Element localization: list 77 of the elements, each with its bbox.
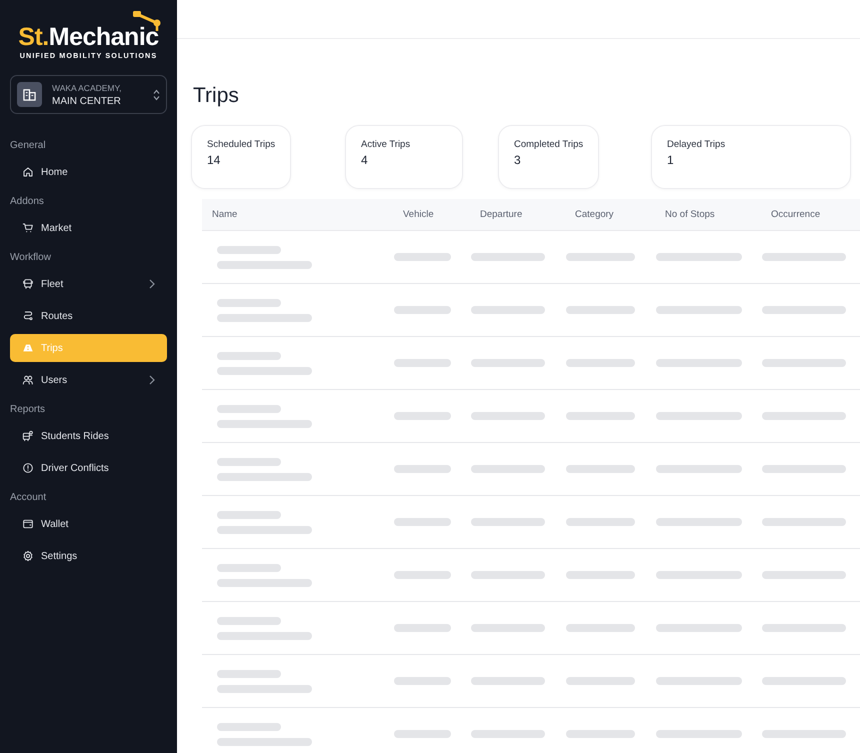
loading-placeholder	[566, 359, 635, 367]
nav-item[interactable]: Driver Conflicts	[10, 454, 167, 482]
loading-placeholder	[217, 616, 281, 624]
alert-icon	[22, 462, 34, 474]
chevron-right-icon	[149, 375, 155, 385]
sort-caret-icon	[153, 88, 160, 100]
loading-placeholder	[217, 246, 281, 254]
stat-value: 14	[207, 153, 222, 167]
loading-placeholder	[217, 404, 281, 412]
stat-label: Delayed Trips	[667, 139, 726, 150]
loading-placeholder	[566, 306, 635, 314]
organization-name: WAKA ACADEMY,	[52, 82, 122, 92]
nav-item[interactable]: Home	[10, 158, 167, 186]
loading-placeholder	[394, 677, 451, 685]
bus-icon	[22, 278, 34, 290]
loading-placeholder	[394, 253, 451, 261]
loading-placeholder	[394, 518, 451, 526]
loading-placeholder	[394, 571, 451, 579]
loading-placeholder	[566, 412, 635, 420]
loading-placeholder	[566, 571, 635, 579]
loading-placeholder	[394, 306, 451, 314]
column-heading: Name	[211, 209, 238, 220]
stat-value: 1	[667, 153, 675, 167]
branch-name: MAIN CENTER	[52, 96, 122, 106]
section-heading: Addons	[10, 195, 45, 209]
nav-item[interactable]: Users	[10, 366, 167, 394]
loading-placeholder	[394, 624, 451, 632]
organization-selector[interactable]: WAKA ACADEMY, MAIN CENTER	[10, 75, 167, 114]
loading-placeholder	[217, 458, 281, 466]
nav-item[interactable]: Fleet	[10, 270, 167, 298]
settings-icon	[22, 550, 34, 562]
loading-placeholder	[217, 670, 281, 678]
stat-label: Active Trips	[361, 139, 412, 150]
section-heading: Reports	[10, 403, 46, 417]
cart-icon	[22, 222, 34, 234]
loading-placeholder	[394, 730, 451, 738]
loading-placeholder	[566, 518, 635, 526]
nav-item[interactable]: Wallet	[10, 510, 167, 538]
stat-value: 4	[361, 153, 369, 167]
stat-label: Completed Trips	[514, 139, 584, 150]
wallet-icon	[22, 518, 34, 530]
section-heading: General	[10, 139, 47, 153]
loading-placeholder	[566, 465, 635, 473]
column-heading: Vehicle	[402, 209, 435, 220]
loading-placeholder	[217, 722, 281, 730]
brand-name: St.Mechanic	[18, 24, 159, 50]
loading-placeholder	[566, 624, 635, 632]
bus-people-icon	[22, 430, 34, 442]
section-heading: Account	[10, 491, 48, 505]
home-icon	[22, 166, 34, 178]
nav-item[interactable]: Routes	[10, 302, 167, 330]
loading-placeholder	[394, 465, 451, 473]
stat-label: Scheduled Trips	[207, 139, 276, 150]
loading-placeholder	[566, 677, 635, 685]
loading-placeholder	[566, 730, 635, 738]
section-heading: Workflow	[10, 251, 52, 265]
loading-placeholder	[566, 253, 635, 261]
loading-placeholder	[217, 510, 281, 518]
road-icon	[22, 342, 34, 354]
page-title: Trips	[193, 83, 240, 109]
building-icon	[17, 82, 42, 107]
nav-item[interactable]: Market	[10, 214, 167, 242]
stat-value: 3	[514, 153, 522, 167]
users-icon	[22, 374, 34, 386]
loading-placeholder	[217, 298, 281, 306]
column-heading: Departure	[479, 209, 524, 220]
column-heading: Occurrence	[770, 209, 822, 220]
nav-item[interactable]: Students Rides	[10, 422, 167, 450]
column-heading: No of Stops	[664, 209, 716, 220]
loading-placeholder	[394, 359, 451, 367]
loading-placeholder	[394, 412, 451, 420]
column-heading: Category	[574, 209, 615, 220]
route-icon	[22, 310, 34, 322]
chevron-right-icon	[149, 279, 155, 289]
loading-placeholder	[217, 352, 281, 360]
nav-item[interactable]: Settings	[10, 542, 167, 570]
loading-placeholder	[217, 564, 281, 572]
